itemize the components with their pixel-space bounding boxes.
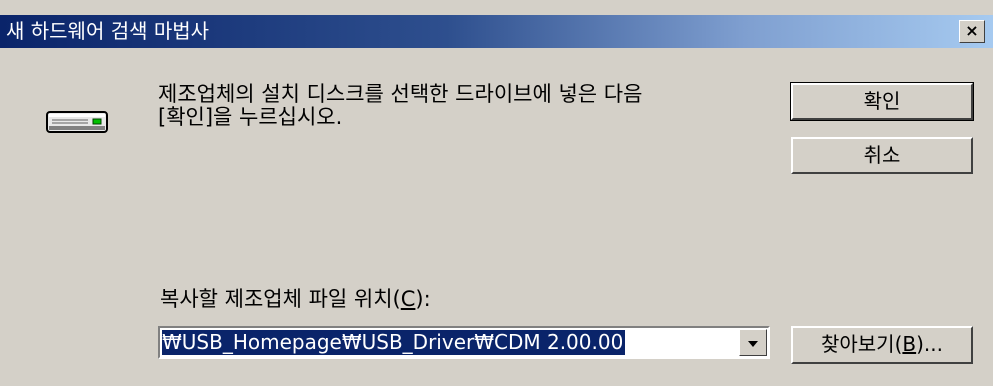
file-location-value[interactable]: ₩USB_Homepage₩USB_Driver₩CDM 2.00.00 xyxy=(162,330,626,355)
file-location-label: 복사할 제조업체 파일 위치(C): xyxy=(160,286,431,312)
instruction-message: 제조업체의 설치 디스크를 선택한 드라이브에 넣은 다음 [확인]을 누르십시… xyxy=(158,83,778,129)
hardware-wizard-dialog: 새 하드웨어 검색 마법사 × 제조업체의 설치 디스크를 선택한 드라이브에 … xyxy=(0,0,993,386)
window-title: 새 하드웨어 검색 마법사 xyxy=(6,19,210,43)
disk-drive-icon xyxy=(46,111,108,133)
cancel-button-label: 취소 xyxy=(863,143,901,167)
close-button[interactable]: × xyxy=(959,20,985,43)
browse-button-label-suffix: )... xyxy=(916,332,943,356)
file-location-label-text: 복사할 제조업체 파일 위치( xyxy=(160,287,401,311)
ok-button-label: 확인 xyxy=(863,89,901,113)
browse-button[interactable]: 찾아보기(B)... xyxy=(791,326,973,364)
chevron-down-icon xyxy=(748,341,758,347)
browse-mnemonic: B xyxy=(902,332,917,356)
file-location-mnemonic: C xyxy=(400,287,416,311)
file-location-combobox[interactable]: ₩USB_Homepage₩USB_Driver₩CDM 2.00.00 xyxy=(158,326,770,359)
ok-button[interactable]: 확인 xyxy=(790,82,974,121)
combobox-dropdown-button[interactable] xyxy=(739,329,767,356)
close-icon: × xyxy=(965,21,979,40)
browse-button-label: 찾아보기( xyxy=(820,332,903,356)
instruction-line-1: 제조업체의 설치 디스크를 선택한 드라이브에 넣은 다음 xyxy=(158,82,643,106)
file-location-label-suffix: ): xyxy=(415,287,431,311)
title-bar[interactable]: 새 하드웨어 검색 마법사 × xyxy=(0,15,993,48)
instruction-line-2: [확인]을 누르십시오. xyxy=(158,105,343,129)
cancel-button[interactable]: 취소 xyxy=(791,137,973,174)
